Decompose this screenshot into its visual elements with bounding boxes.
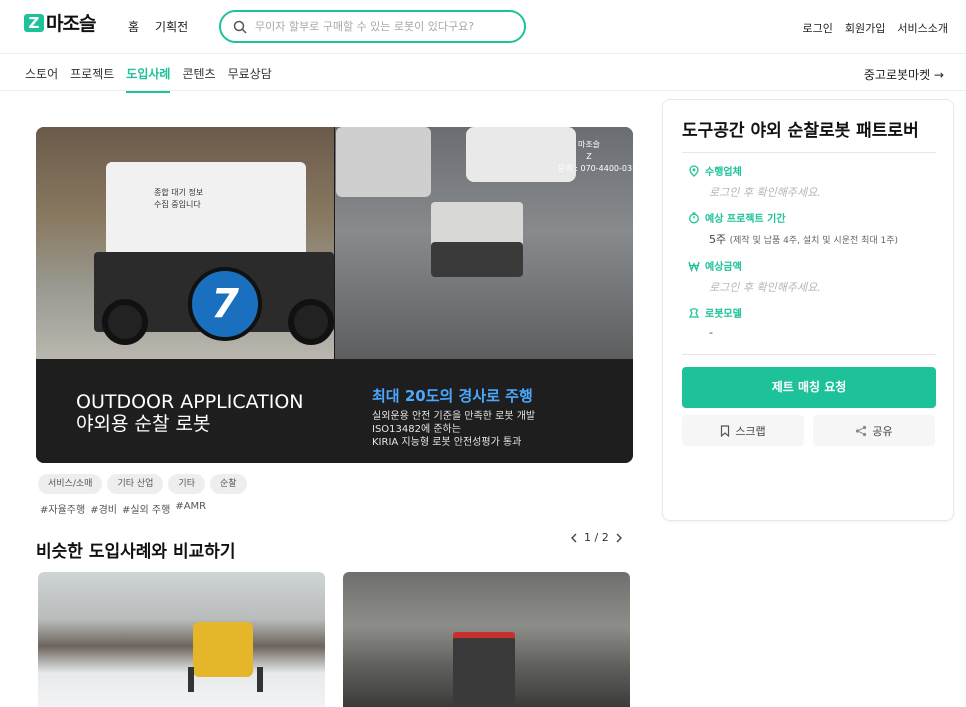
period-field: 예상 프로젝트 기간 5주 (제작 및 납품 4주, 설치 및 시운전 최대 1…	[688, 210, 898, 247]
tab-store[interactable]: 스토어	[25, 65, 58, 93]
nav-home[interactable]: 홈	[128, 18, 139, 35]
tab-case-studies[interactable]: 도입사례	[126, 65, 171, 93]
quadruped-robot-legs	[188, 667, 263, 692]
small-robot-base	[431, 242, 523, 277]
hashtag[interactable]: #경비	[90, 501, 117, 516]
category-tags: 서비스/소매 기타 산업 기타 순찰	[38, 474, 247, 494]
project-summary-card: 도구공간 야외 순찰로봇 패트로버 수행업체 로그인 후 확인해주세요. 예상 …	[662, 99, 954, 521]
chevron-right-icon[interactable]	[615, 533, 623, 543]
hashtags: #자율주행 #경비 #실외 주행 #AMR	[40, 501, 206, 516]
robot-wheel	[288, 299, 334, 345]
hashtag[interactable]: #AMR	[175, 501, 206, 516]
robot-wheel	[102, 299, 148, 345]
compare-card-thumbnail[interactable]	[38, 572, 325, 707]
location-pin-icon	[689, 164, 699, 177]
logo-text: 마조슬	[46, 13, 96, 35]
hero-desc-line: ISO13482에 준하는	[372, 424, 461, 435]
model-label: 로봇모델	[705, 309, 742, 320]
search-icon	[233, 20, 247, 34]
share-button[interactable]: 공유	[813, 415, 935, 446]
site-logo[interactable]: Z 마조슬	[24, 9, 96, 36]
top-header: Z 마조슬 홈 기획전 로그인 회원가입 서비스소개	[0, 0, 966, 54]
hashtag[interactable]: #실외 주행	[122, 501, 170, 516]
compare-pager: 1 / 2	[570, 531, 623, 544]
account-nav: 로그인 회원가입 서비스소개	[803, 20, 948, 36]
bookmark-icon	[721, 424, 730, 437]
robot-body	[106, 162, 306, 257]
period-label: 예상 프로젝트 기간	[705, 214, 786, 225]
divider	[682, 152, 936, 153]
model-value: -	[709, 326, 713, 339]
price-label: 예상금액	[705, 262, 742, 273]
matching-request-button[interactable]: 제트 매칭 요청	[682, 367, 936, 408]
hero-title-en: OUTDOOR APPLICATION	[76, 391, 304, 413]
hero-highlight: 최대 20도의 경사로 주행	[372, 387, 533, 405]
top-nav: 홈 기획전	[128, 18, 188, 35]
scrap-button[interactable]: 스크랩	[682, 415, 804, 446]
indoor-robot	[453, 632, 515, 707]
tab-project[interactable]: 프로젝트	[70, 65, 114, 93]
signup-link[interactable]: 회원가입	[845, 20, 885, 36]
robot-model-icon	[688, 307, 700, 318]
robot-logo: 7	[188, 267, 262, 341]
about-link[interactable]: 서비스소개	[897, 20, 948, 36]
tag-chip[interactable]: 서비스/소매	[38, 474, 103, 494]
used-robot-market-link[interactable]: 중고로봇마켓 →	[864, 66, 944, 83]
login-link[interactable]: 로그인	[803, 20, 833, 36]
chevron-left-icon[interactable]	[570, 533, 578, 543]
vendor-value: 로그인 후 확인해주세요.	[709, 186, 821, 199]
pager-text: 1 / 2	[584, 531, 609, 544]
hero-title-kr: 야외용 순찰 로봇	[76, 413, 211, 435]
vendor-field: 수행업체 로그인 후 확인해주세요.	[688, 163, 821, 200]
hero-desc-line: 실외운용 안전 기준을 만족한 로봇 개발	[372, 411, 536, 422]
timer-icon	[689, 211, 699, 223]
won-currency-icon	[688, 261, 700, 272]
tab-contents[interactable]: 콘텐츠	[182, 65, 215, 93]
logo-mark: Z	[24, 13, 44, 32]
price-value: 로그인 후 확인해주세요.	[709, 281, 821, 294]
model-field: 로봇모델 -	[688, 305, 742, 339]
tag-chip[interactable]: 순찰	[209, 474, 247, 494]
hero-description: 실외운용 안전 기준을 만족한 로봇 개발 ISO13482에 준하는 KIRI…	[372, 410, 535, 449]
truck-shape	[336, 127, 431, 197]
hero-desc-line: KIRIA 지능형 로봇 안전성평가 통과	[372, 437, 522, 448]
tag-chip[interactable]: 기타	[168, 474, 205, 494]
nav-exhibition[interactable]: 기획전	[155, 18, 188, 35]
share-label: 공유	[872, 424, 893, 438]
vendor-label: 수행업체	[705, 167, 742, 178]
compare-section-title: 비슷한 도입사례와 비교하기	[36, 542, 236, 562]
search-input[interactable]	[255, 20, 505, 33]
project-title: 도구공간 야외 순찰로봇 패트로버	[682, 121, 919, 141]
tag-chip[interactable]: 기타 산업	[107, 474, 164, 494]
hero-image: 종합 대기 정보 수집 중입니다 7 마조슬 Z 문의 : 070-4400-0…	[36, 127, 633, 463]
robot-sign-text: 종합 대기 정보 수집 중입니다	[154, 188, 204, 209]
hashtag[interactable]: #자율주행	[40, 501, 85, 516]
price-field: 예상금액 로그인 후 확인해주세요.	[688, 258, 821, 295]
divider	[682, 354, 936, 355]
contact-stamp: 마조슬 Z 문의 : 070-4400-0371	[558, 140, 633, 173]
period-value: 5주 (제작 및 납품 4주, 설치 및 시운전 최대 1주)	[709, 233, 899, 246]
share-icon	[856, 425, 867, 436]
search-bar[interactable]	[219, 10, 526, 43]
compare-card-thumbnail[interactable]	[343, 572, 630, 707]
tab-free-consult[interactable]: 무료상담	[228, 65, 272, 93]
category-nav: 스토어 프로젝트 도입사례 콘텐츠 무료상담 중고로봇마켓 →	[0, 54, 966, 93]
scrap-label: 스크랩	[735, 424, 766, 438]
